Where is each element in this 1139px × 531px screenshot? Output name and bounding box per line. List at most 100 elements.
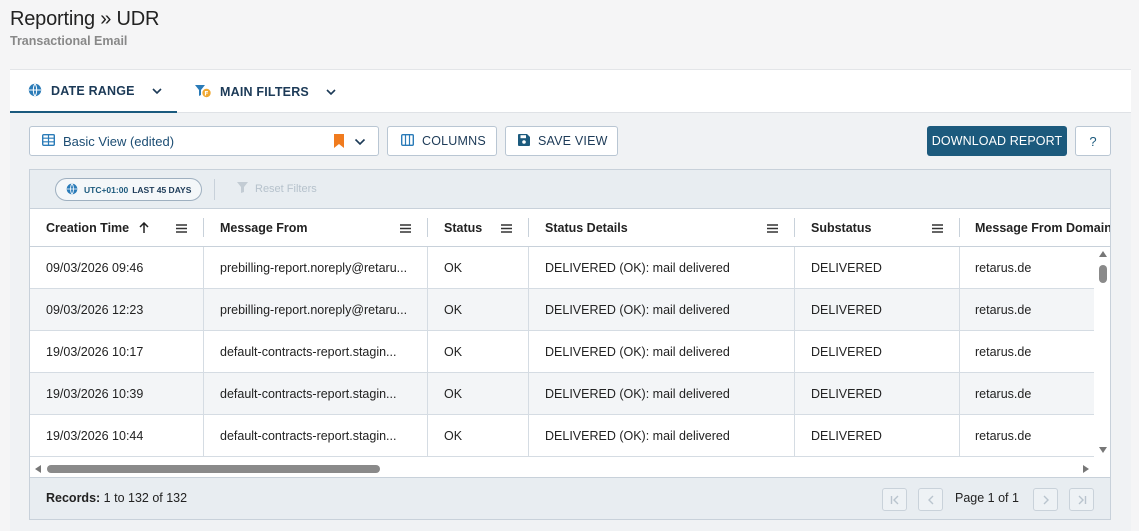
column-header-label: Status Details (545, 220, 628, 235)
view-selector[interactable]: Basic View (edited) (29, 126, 379, 156)
scroll-up-icon[interactable] (1099, 251, 1107, 257)
column-divider (528, 289, 529, 330)
cell-message-from: prebilling-report.noreply@retaru... (220, 260, 408, 275)
reset-filters-button[interactable]: Reset Filters (237, 182, 317, 196)
previous-page-button[interactable] (918, 488, 943, 511)
column-header-message-from[interactable]: Message From (204, 209, 427, 246)
column-divider (427, 247, 428, 288)
column-menu-icon[interactable] (501, 222, 512, 236)
cell-substatus: DELIVERED (811, 428, 882, 443)
column-header-creation-time[interactable]: Creation Time (30, 209, 203, 246)
table-row[interactable]: 19/03/2026 10:17 default-contracts-report… (30, 331, 1094, 373)
cell-status-details: DELIVERED (OK): mail delivered (545, 428, 730, 443)
first-page-button[interactable] (882, 488, 907, 511)
column-divider (427, 373, 428, 414)
scroll-left-icon[interactable] (35, 465, 41, 473)
page-header: Reporting » UDR Transactional Email (10, 8, 159, 48)
cell-creation-time: 19/03/2026 10:44 (46, 428, 144, 443)
column-header-label: Message From (220, 220, 308, 235)
column-divider (794, 373, 795, 414)
save-icon (518, 133, 530, 149)
column-menu-icon[interactable] (932, 222, 943, 236)
column-divider (794, 415, 795, 456)
column-menu-icon[interactable] (176, 222, 187, 236)
horizontal-scrollbar[interactable] (30, 461, 1094, 475)
column-header-status[interactable]: Status (428, 209, 528, 246)
bookmark-icon[interactable] (334, 134, 344, 151)
chevron-right-icon (1043, 495, 1049, 504)
column-header-message-from-domain[interactable]: Message From Domain (959, 209, 1110, 246)
tab-main-filters[interactable]: F MAIN FILTERS (194, 70, 337, 113)
globe-icon (28, 83, 43, 98)
grid-body: 09/03/2026 09:46 prebilling-report.norepl… (30, 247, 1094, 457)
save-view-button[interactable]: SAVE VIEW (505, 126, 618, 156)
globe-icon (66, 183, 78, 197)
scroll-down-icon[interactable] (1099, 447, 1107, 453)
column-divider (959, 247, 960, 288)
download-report-button[interactable]: DOWNLOAD REPORT (927, 126, 1067, 156)
next-page-button[interactable] (1033, 488, 1058, 511)
column-header-status-details[interactable]: Status Details (529, 209, 794, 246)
column-header-substatus[interactable]: Substatus (795, 209, 959, 246)
grid-footer: Records: 1 to 132 of 132 Page 1 of 1 (30, 477, 1110, 519)
cell-status-details: DELIVERED (OK): mail delivered (545, 260, 730, 275)
column-divider (794, 331, 795, 372)
table-row[interactable]: 09/03/2026 12:23 prebilling-report.norepl… (30, 289, 1094, 331)
columns-button[interactable]: COLUMNS (387, 126, 497, 156)
column-divider (427, 331, 428, 372)
horizontal-scroll-thumb[interactable] (47, 465, 380, 473)
data-grid: UTC+01:00 LAST 45 DAYS Reset Filters Cre… (29, 169, 1111, 520)
cell-substatus: DELIVERED (811, 344, 882, 359)
cell-message-from-domain: retarus.de (975, 344, 1032, 359)
columns-button-label: COLUMNS (422, 134, 486, 148)
column-divider (959, 289, 960, 330)
page-title: Reporting » UDR (10, 8, 160, 30)
vertical-scroll-thumb[interactable] (1099, 265, 1107, 283)
records-summary: Records: 1 to 132 of 132 (46, 491, 187, 505)
cell-status: OK (444, 344, 463, 359)
sort-ascending-icon[interactable] (139, 221, 149, 234)
scroll-right-icon[interactable] (1083, 465, 1089, 473)
first-page-icon (890, 495, 898, 504)
column-divider (528, 415, 529, 456)
chevron-down-icon (325, 86, 337, 98)
page-info: Page 1 of 1 (955, 491, 1019, 505)
column-header-label: Creation Time (46, 220, 130, 235)
cell-message-from-domain: retarus.de (975, 302, 1032, 317)
cell-status-details: DELIVERED (OK): mail delivered (545, 344, 730, 359)
cell-status: OK (444, 386, 463, 401)
last-page-icon (1078, 495, 1086, 504)
cell-creation-time: 19/03/2026 10:39 (46, 386, 144, 401)
date-range-chip[interactable]: UTC+01:00 LAST 45 DAYS (55, 178, 203, 201)
chevron-left-icon (927, 495, 933, 504)
chevron-down-icon (151, 85, 163, 97)
last-page-button[interactable] (1069, 488, 1094, 511)
column-header-label: Substatus (811, 220, 872, 235)
grid-header-row: Creation Time Message From Status Status… (30, 209, 1110, 247)
cell-message-from: default-contracts-report.stagin... (220, 344, 397, 359)
column-divider (959, 415, 960, 456)
column-divider (794, 289, 795, 330)
table-row[interactable]: 19/03/2026 10:44 default-contracts-report… (30, 415, 1094, 457)
page-subtitle: Transactional Email (10, 34, 128, 48)
cell-status: OK (444, 302, 463, 317)
table-row[interactable]: 09/03/2026 09:46 prebilling-report.norepl… (30, 247, 1094, 289)
vertical-scrollbar[interactable] (1096, 247, 1110, 457)
chevron-down-icon (354, 136, 366, 150)
column-menu-icon[interactable] (767, 222, 778, 236)
column-header-label: Status (444, 220, 483, 235)
timezone-label: UTC+01:00 (84, 184, 129, 195)
cell-status-details: DELIVERED (OK): mail delivered (545, 386, 730, 401)
cell-status: OK (444, 428, 463, 443)
cell-message-from: default-contracts-report.stagin... (220, 428, 397, 443)
table-row[interactable]: 19/03/2026 10:39 default-contracts-report… (30, 373, 1094, 415)
help-button[interactable]: ? (1075, 126, 1111, 156)
table-icon (41, 133, 56, 149)
column-menu-icon[interactable] (400, 222, 411, 236)
tab-date-range[interactable]: DATE RANGE (10, 70, 177, 113)
cell-message-from-domain: retarus.de (975, 386, 1032, 401)
column-divider (528, 247, 529, 288)
column-divider (203, 289, 204, 330)
records-label: Records: (46, 491, 101, 505)
column-divider (203, 247, 204, 288)
